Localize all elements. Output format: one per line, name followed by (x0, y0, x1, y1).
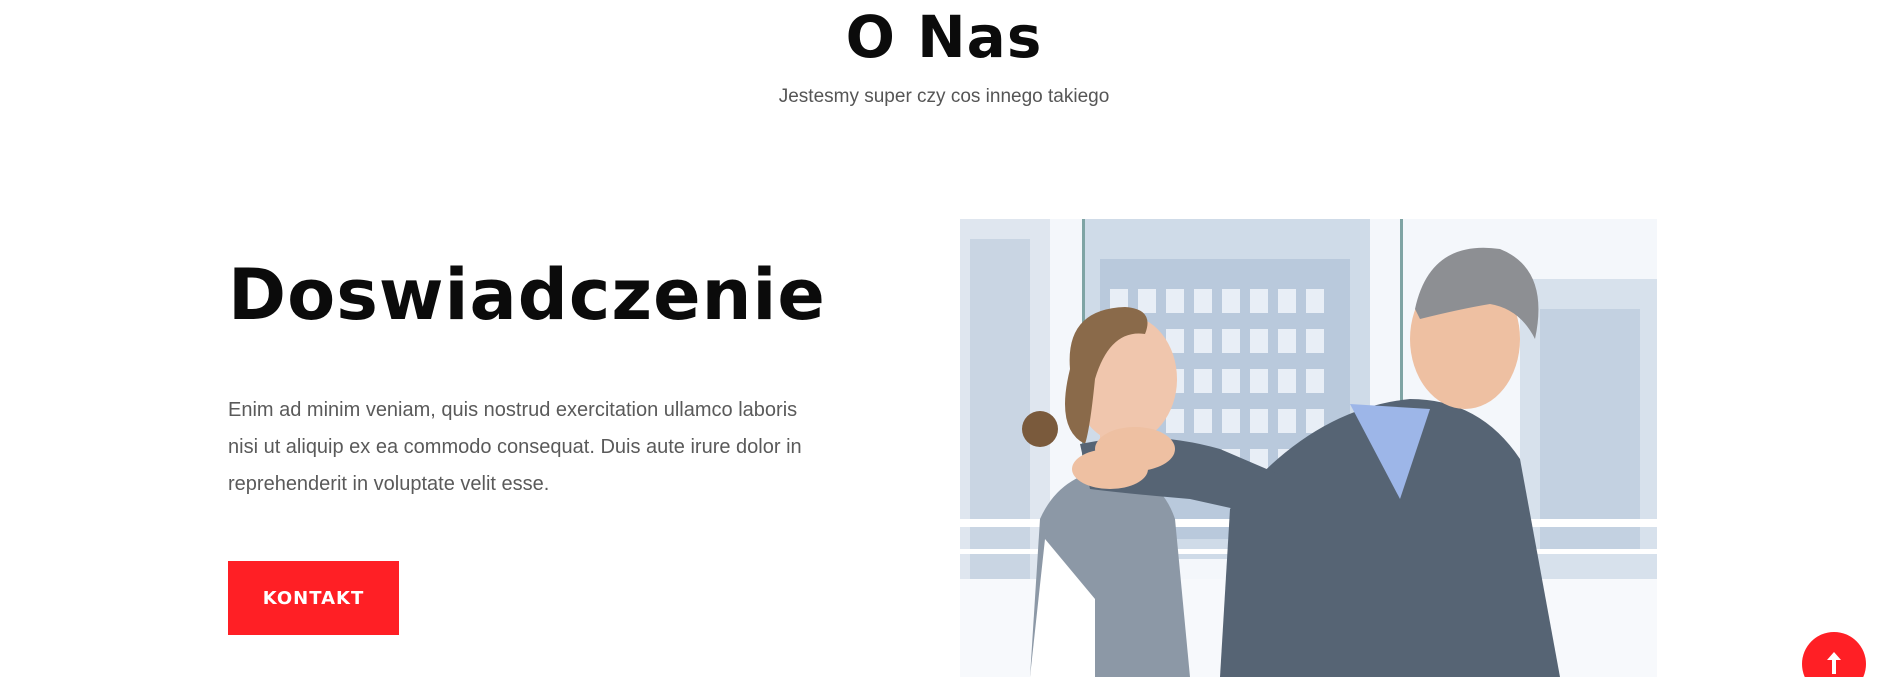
office-photo (960, 219, 1657, 677)
arrow-up-icon (1827, 652, 1841, 674)
scroll-to-top-button[interactable] (1802, 632, 1866, 677)
feature-description: Enim ad minim veniam, quis nostrud exerc… (228, 399, 802, 495)
feature-title: Doswiadczenie (228, 254, 826, 336)
about-section: O Nas Jestesmy super czy cos innego taki… (0, 0, 1888, 677)
contact-button[interactable]: KONTAKT (228, 561, 399, 635)
feature-content: Doswiadczenie Enim ad minim veniam, quis… (228, 250, 828, 503)
office-photo-illustration (960, 219, 1657, 677)
section-subtitle: Jestesmy super czy cos innego takiego (778, 86, 1110, 107)
section-title: O Nas (845, 3, 1043, 71)
